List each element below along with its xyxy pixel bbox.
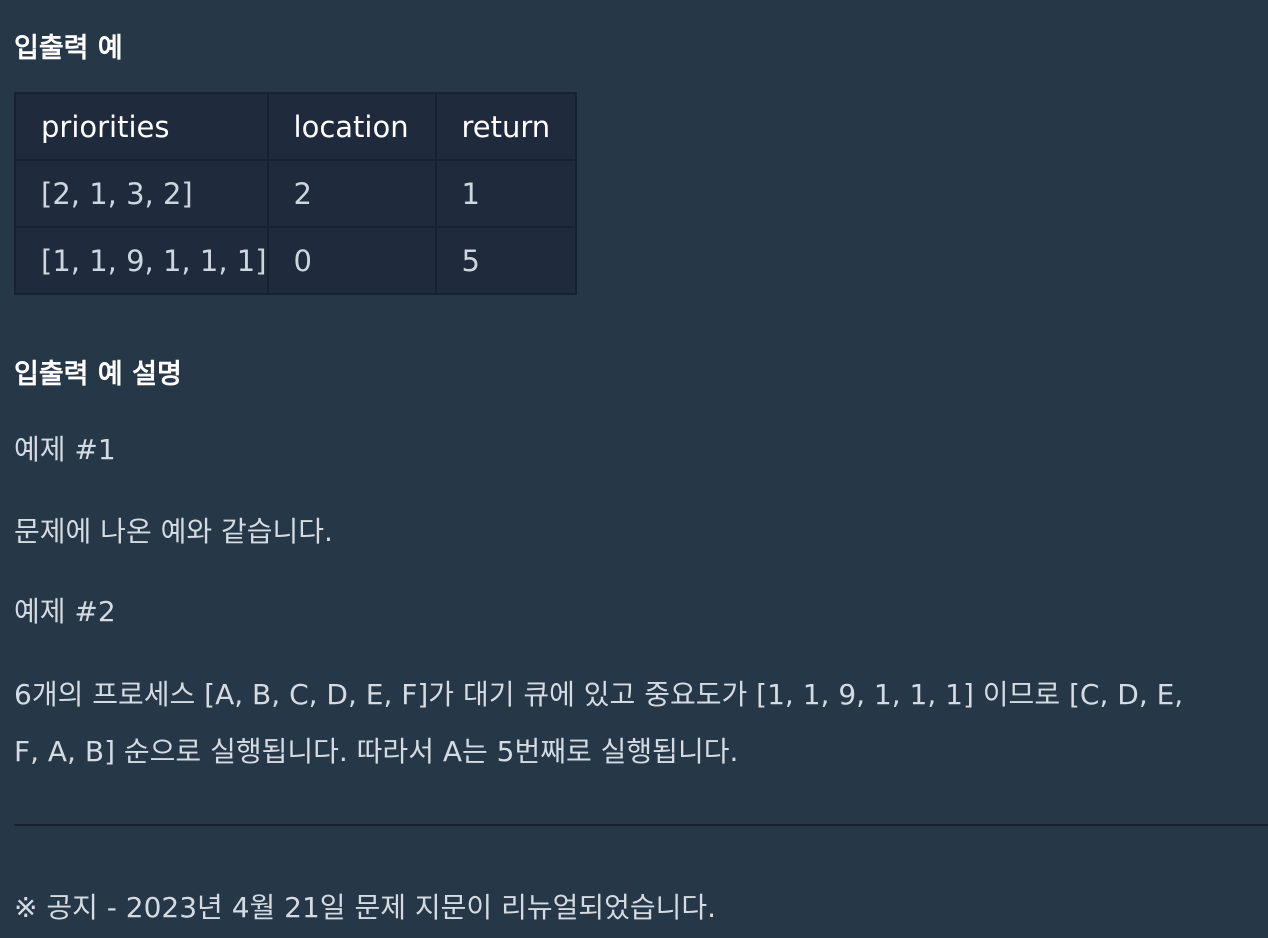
io-example-table: priorities location return [2, 1, 3, 2] …	[14, 92, 577, 295]
cell-location: 0	[266, 226, 437, 295]
column-header-location: location	[266, 92, 437, 161]
example2-text-line1: 6개의 프로세스 [A, B, C, D, E, F]가 대기 큐에 있고 중요…	[14, 678, 1184, 711]
cell-priorities: [1, 1, 9, 1, 1, 1]	[14, 226, 269, 295]
column-header-return: return	[434, 92, 577, 161]
problem-content: 입출력 예 priorities location return [2, 1, …	[0, 0, 1268, 938]
table-row: [1, 1, 9, 1, 1, 1] 0 5	[14, 226, 577, 295]
example2-text-line2: F, A, B] 순으로 실행됩니다. 따라서 A는 5번째로 실행됩니다.	[14, 735, 739, 768]
section-divider	[14, 824, 1268, 826]
cell-priorities: [2, 1, 3, 2]	[14, 159, 269, 228]
table-header-row: priorities location return	[14, 92, 577, 161]
io-description-heading: 입출력 예 설명	[14, 359, 182, 390]
io-example-heading: 입출력 예	[14, 33, 123, 64]
example2-title: 예제 #2	[14, 595, 116, 628]
notice-text: ※ 공지 - 2023년 4월 21일 문제 지문이 리뉴얼되었습니다.	[14, 891, 717, 924]
cell-location: 2	[266, 159, 437, 228]
cell-return: 5	[434, 226, 577, 295]
column-header-priorities: priorities	[14, 92, 269, 161]
table-row: [2, 1, 3, 2] 2 1	[14, 159, 577, 228]
example1-title: 예제 #1	[14, 433, 116, 466]
example1-text: 문제에 나온 예와 같습니다.	[14, 515, 333, 548]
cell-return: 1	[434, 159, 577, 228]
